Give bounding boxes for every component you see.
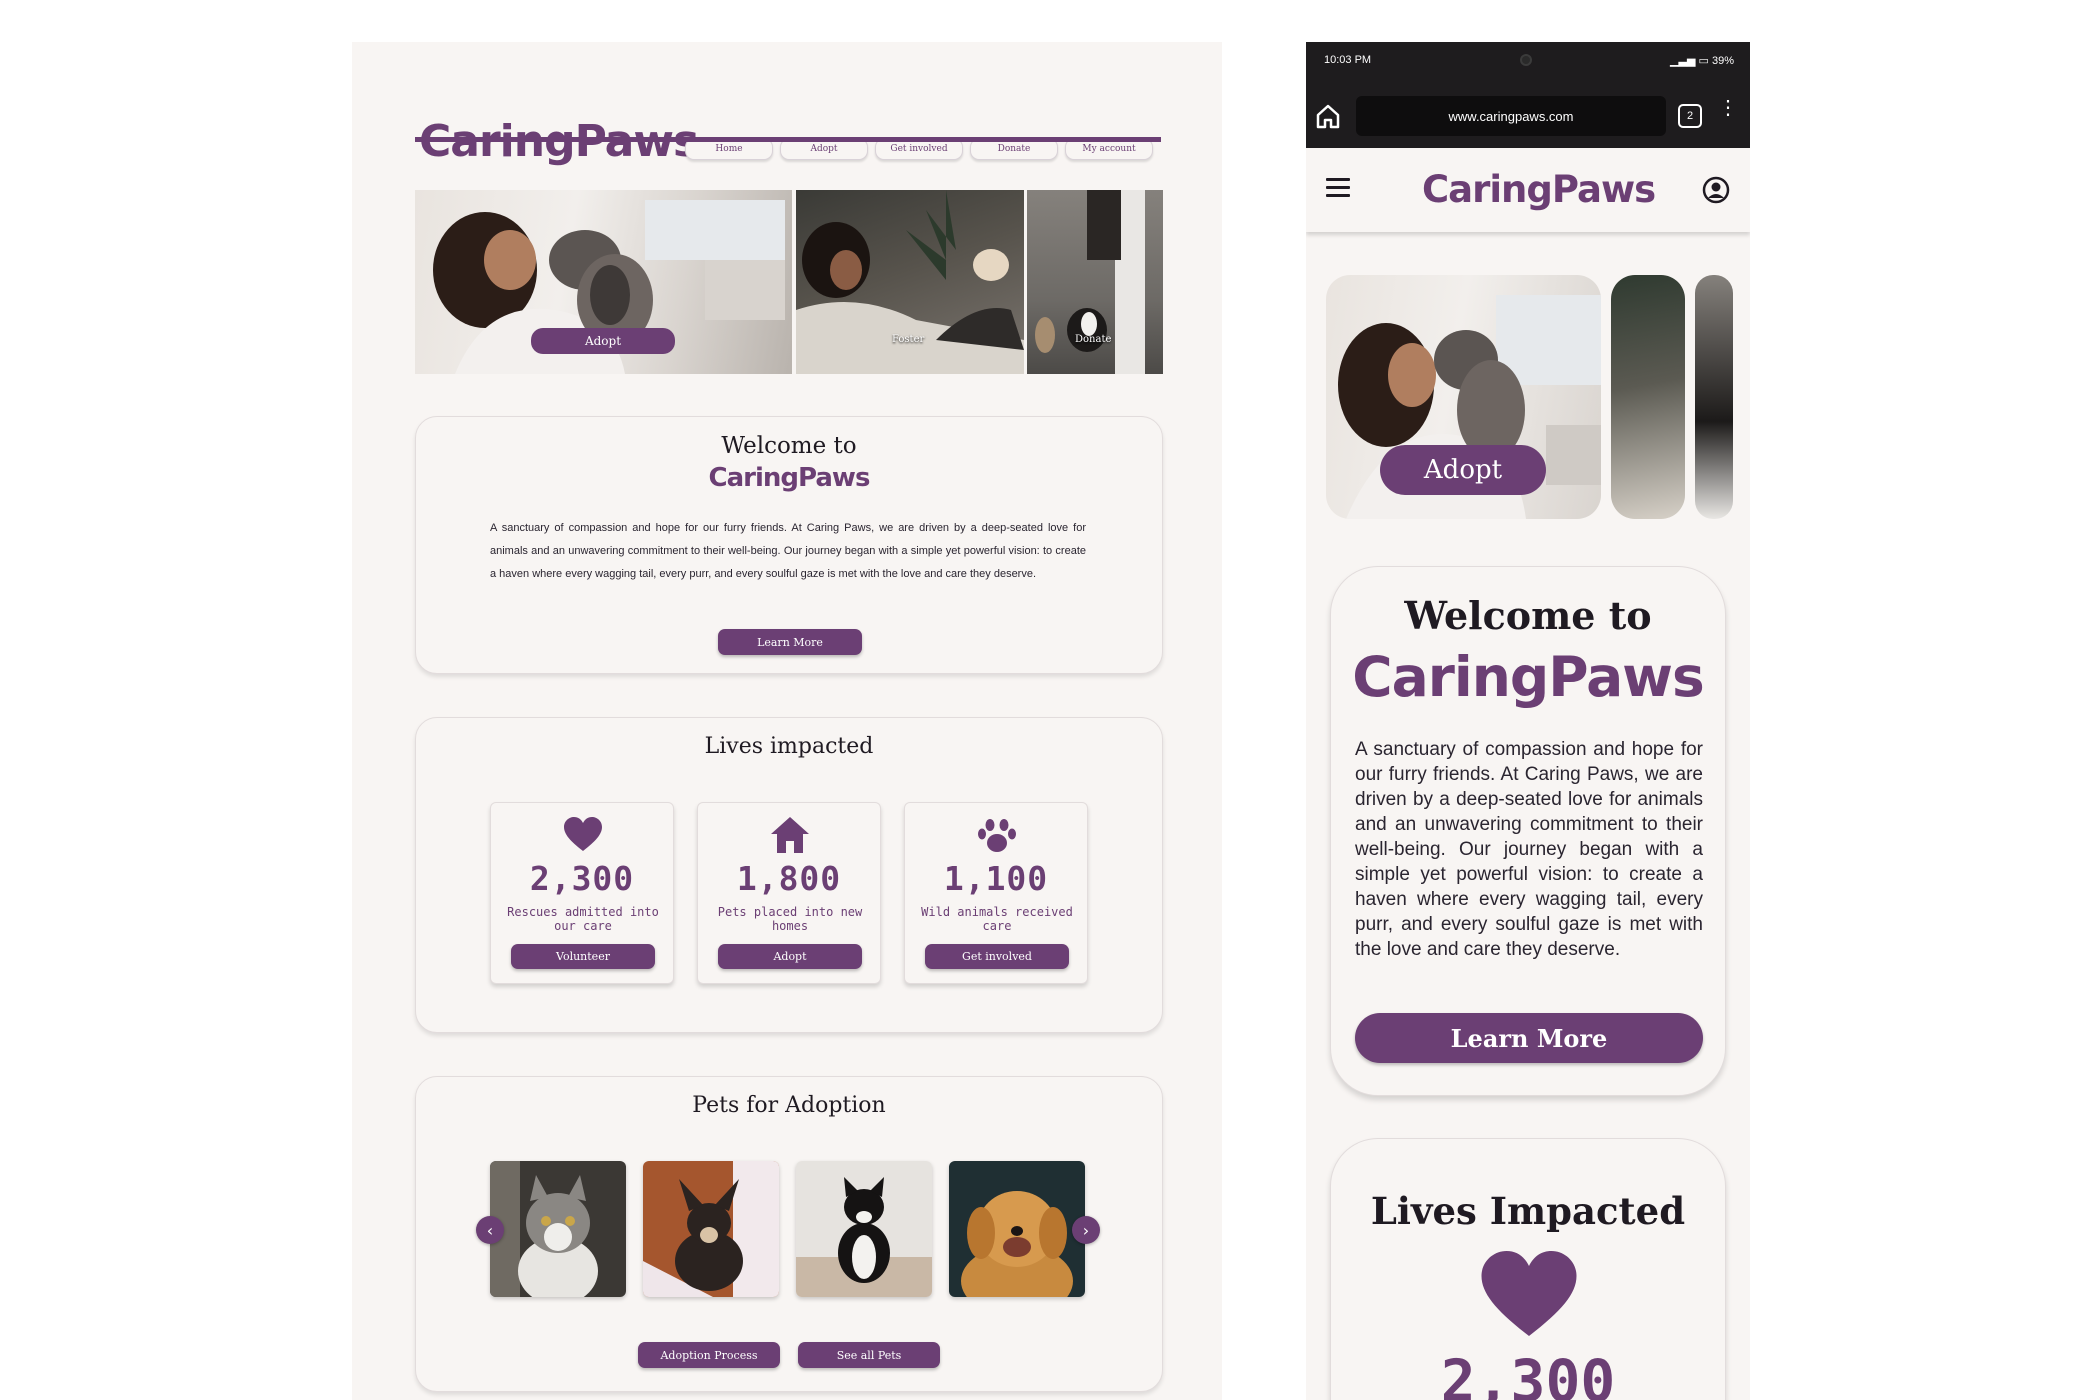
chihuahua-photo — [643, 1161, 779, 1297]
hero-donate-label[interactable]: Donate — [1075, 334, 1111, 345]
carousel-prev-button[interactable]: ‹ — [476, 1216, 504, 1244]
heart-icon — [564, 817, 602, 851]
welcome-text: A sanctuary of compassion and hope for o… — [1355, 739, 1703, 960]
browser-more-icon[interactable]: ⋮ — [1718, 98, 1738, 128]
heart-icon — [1481, 1251, 1577, 1336]
adoption-process-button[interactable]: Adoption Process — [638, 1342, 780, 1368]
desktop-view: CaringPaws Home Adopt Get involved Donat… — [352, 42, 1222, 1400]
home-icon — [771, 817, 809, 853]
carousel-next-button[interactable]: › — [1072, 1216, 1100, 1244]
pets-heading: Pets for Adoption — [692, 1093, 886, 1118]
camera-dot — [1520, 54, 1532, 66]
stat-number: 2,300 — [529, 859, 635, 898]
hero-adopt-label[interactable]: Adopt — [531, 328, 675, 354]
status-time: 10:03 PM — [1324, 54, 1372, 66]
browser-home-icon[interactable] — [1314, 102, 1342, 130]
get-involved-button[interactable]: Get involved — [925, 944, 1069, 969]
header-divider — [415, 137, 1161, 142]
stat-label: Rescues admitted into our care — [507, 905, 659, 933]
mobile-hero-adopt-label[interactable]: Adopt — [1380, 445, 1546, 495]
pets-card: Pets for Adoption ‹ › Adoption Process S… — [415, 1076, 1163, 1392]
tuxedo-cat-photo — [796, 1161, 932, 1297]
mobile-hero-donate-photo[interactable] — [1695, 275, 1733, 519]
impact-card: Lives impacted 2,300 Rescues admitted in… — [415, 717, 1163, 1033]
pet-card-gray-cat[interactable] — [490, 1161, 626, 1297]
stat-label: Wild animals received care — [921, 905, 1073, 933]
mobile-hero-foster-photo[interactable] — [1611, 275, 1685, 519]
hero-adopt-photo[interactable]: Adopt — [415, 190, 792, 374]
stat-card-placed: 1,800 Pets placed into new homes Adopt — [697, 802, 881, 984]
gray-cat-photo — [490, 1161, 626, 1297]
account-icon[interactable] — [1702, 176, 1730, 204]
stat-number: 1,100 — [943, 859, 1049, 898]
welcome-heading: Welcome to — [1404, 593, 1652, 638]
mobile-view: 10:03 PM ▁▃▅ ▭ 39% www.caringpaws.com 2 … — [1306, 42, 1750, 1400]
welcome-card: Welcome to CaringPaws A sanctuary of com… — [415, 416, 1163, 674]
stat-number: 1,800 — [736, 859, 842, 898]
impact-heading: Lives impacted — [704, 734, 874, 759]
stat-card-rescues: 2,300 Rescues admitted into our care Vol… — [490, 802, 674, 984]
stat-number: 2,300 — [1440, 1347, 1616, 1400]
hamburger-menu-icon[interactable] — [1326, 178, 1350, 198]
brand-logo[interactable]: CaringPaws — [419, 118, 699, 166]
welcome-brand: CaringPaws — [1352, 645, 1704, 709]
browser-tabs-button[interactable]: 2 — [1678, 104, 1702, 128]
phone-status-bar: 10:03 PM ▁▃▅ ▭ 39% www.caringpaws.com 2 … — [1306, 42, 1750, 148]
pet-card-golden-retriever[interactable] — [949, 1161, 1085, 1297]
see-all-pets-button[interactable]: See all Pets — [798, 1342, 940, 1368]
signal-icon: ▁▃▅ — [1670, 55, 1696, 67]
pet-card-chihuahua[interactable] — [643, 1161, 779, 1297]
mobile-impact-card: Lives Impacted 2,300 — [1330, 1138, 1726, 1400]
stat-label: Pets placed into new homes — [717, 905, 863, 933]
golden-retriever-photo — [949, 1161, 1085, 1297]
mobile-header: CaringPaws — [1306, 148, 1750, 232]
browser-url-bar[interactable]: www.caringpaws.com — [1356, 96, 1666, 136]
battery-level: 39% — [1711, 55, 1734, 67]
learn-more-button[interactable]: Learn More — [1355, 1013, 1703, 1063]
status-battery: ▁▃▅ ▭ 39% — [1670, 54, 1734, 67]
volunteer-button[interactable]: Volunteer — [511, 944, 655, 969]
paw-icon — [978, 819, 1016, 852]
brand-logo[interactable]: CaringPaws — [1422, 168, 1656, 212]
learn-more-button[interactable]: Learn More — [718, 629, 862, 655]
hero-donate-photo[interactable]: Donate — [1027, 190, 1163, 374]
battery-icon: ▭ — [1698, 55, 1709, 67]
welcome-brand: CaringPaws — [708, 463, 871, 493]
desktop-header: CaringPaws Home Adopt Get involved Donat… — [415, 82, 1161, 186]
impact-heading: Lives Impacted — [1370, 1189, 1686, 1233]
welcome-text: A sanctuary of compassion and hope for o… — [490, 522, 1086, 580]
adopt-button[interactable]: Adopt — [718, 944, 862, 969]
mobile-welcome-card: Welcome to CaringPaws A sanctuary of com… — [1330, 566, 1726, 1096]
stat-card-wild: 1,100 Wild animals received care Get inv… — [904, 802, 1088, 984]
walking-dogs-illustration — [1035, 190, 1145, 374]
hero-foster-photo[interactable]: Foster — [796, 190, 1024, 374]
welcome-heading: Welcome to — [721, 433, 857, 459]
woman-with-dog-illustration — [796, 190, 1024, 374]
hero-foster-label[interactable]: Foster — [892, 334, 924, 345]
pet-card-tuxedo-cat[interactable] — [796, 1161, 932, 1297]
mobile-hero-adopt-photo[interactable]: Adopt — [1326, 275, 1601, 519]
